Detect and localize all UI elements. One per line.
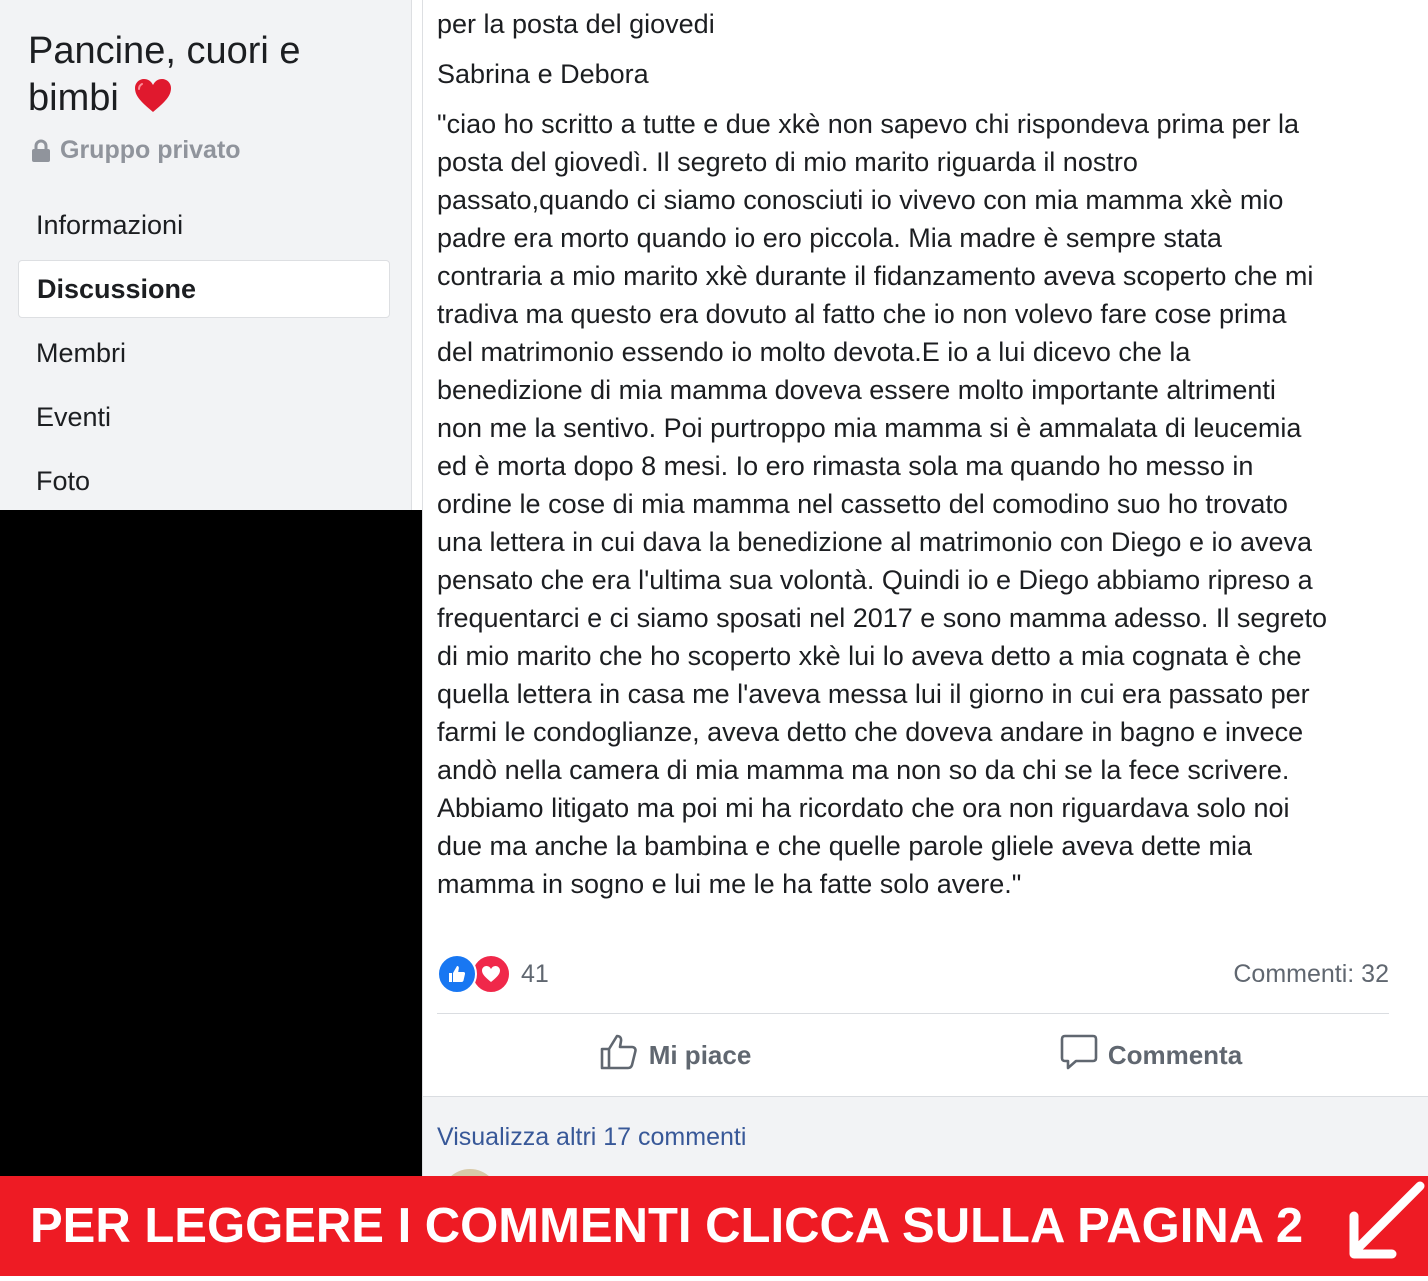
reactions-row: 41 Commenti: 32 — [437, 952, 1389, 996]
banner-text: PER LEGGERE I COMMENTI CLICCA SULLA PAGI… — [30, 1199, 1304, 1253]
comment-bubble-icon — [1060, 1033, 1108, 1078]
comments-count[interactable]: Commenti: 32 — [1233, 960, 1389, 989]
promo-banner[interactable]: PER LEGGERE I COMMENTI CLICCA SULLA PAGI… — [0, 1176, 1428, 1276]
post-actions: Mi piace Commenta — [437, 1024, 1389, 1086]
nav-item-discussione[interactable]: Discussione — [18, 260, 390, 318]
group-name[interactable]: Pancine, cuori e bimbi — [28, 28, 398, 126]
lock-icon — [30, 139, 52, 163]
reactions-summary[interactable]: 41 — [437, 954, 549, 994]
nav-item-foto[interactable]: Foto — [18, 452, 390, 510]
view-more-comments-link[interactable]: Visualizza altri 17 commenti — [437, 1123, 746, 1152]
group-post: per la posta del giovedi Sabrina e Debor… — [422, 0, 1428, 1227]
arrow-down-left-icon — [1340, 1176, 1428, 1281]
like-reaction-icon — [437, 954, 477, 994]
redacted-area — [0, 510, 422, 1190]
nav-item-membri[interactable]: Membri — [18, 324, 390, 382]
group-sidebar: Pancine, cuori e bimbi Gruppo privato In… — [0, 0, 412, 510]
thumbs-up-icon — [599, 1033, 649, 1078]
nav-item-eventi[interactable]: Eventi — [18, 388, 390, 446]
group-nav: Informazioni Discussione Membri Eventi F… — [18, 196, 390, 516]
heart-emoji-icon — [133, 78, 173, 126]
reaction-count: 41 — [521, 959, 549, 988]
love-reaction-icon — [471, 954, 511, 994]
post-intro-line: per la posta del giovedi — [437, 9, 715, 39]
like-button-label: Mi piace — [648, 1039, 752, 1070]
comment-button[interactable]: Commenta — [913, 1024, 1389, 1086]
post-text: "ciao ho scritto a tutte e due xkè non s… — [437, 109, 1327, 899]
nav-item-informazioni[interactable]: Informazioni — [18, 196, 390, 254]
actions-divider — [437, 1013, 1389, 1014]
like-button[interactable]: Mi piace — [437, 1024, 913, 1086]
comment-button-label: Commenta — [1107, 1039, 1243, 1070]
group-privacy: Gruppo privato — [30, 136, 241, 165]
privacy-label: Gruppo privato — [60, 136, 241, 164]
post-addressee-line: Sabrina e Debora — [437, 59, 649, 89]
